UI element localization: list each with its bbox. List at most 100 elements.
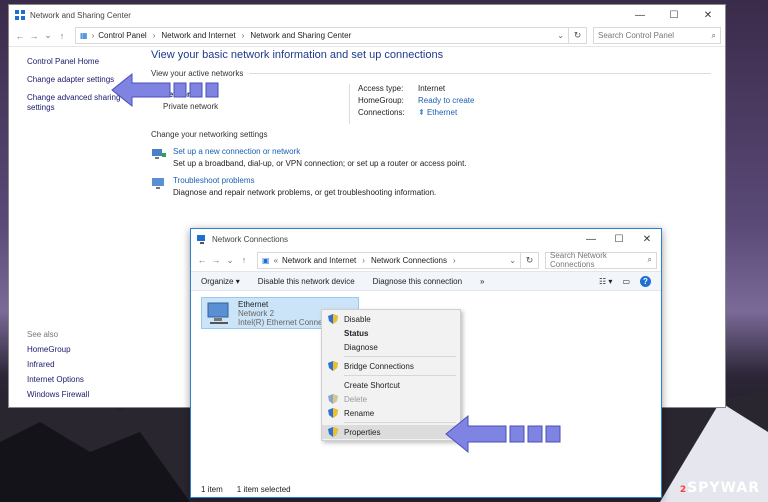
preview-pane-icon[interactable]: ▭ [622, 277, 630, 286]
pointer-arrow-adapter [111, 72, 219, 108]
forward-arrow-icon[interactable]: → [209, 255, 223, 265]
shield-icon [328, 394, 338, 404]
see-also-infrared[interactable]: Infrared [27, 360, 137, 369]
menu-item-diagnose[interactable]: Diagnose [322, 340, 460, 354]
item-count: 1 item [201, 484, 223, 494]
close-icon[interactable]: ✕ [633, 234, 661, 245]
network-connections-window: Network Connections — ☐ ✕ ← → ⌄ ↑ ▣ « Ne… [190, 228, 662, 498]
title-bar: Network Connections — ☐ ✕ [191, 229, 661, 249]
chevron-right-icon: › [362, 255, 365, 265]
address-bar[interactable]: ▦ › Control Panel › Network and Internet… [75, 27, 569, 44]
change-settings-text: Change your networking settings [151, 130, 268, 139]
search-icon: ⌕ [647, 255, 652, 264]
page-title: View your basic network information and … [151, 49, 444, 61]
shield-icon [328, 408, 338, 418]
main-content: View your basic network information and … [151, 49, 711, 197]
ethernet-plug-icon: ⇞ [418, 108, 425, 117]
menu-item-status[interactable]: Status [322, 326, 460, 340]
chevron-down-icon: ▾ [235, 276, 240, 286]
minimize-icon[interactable]: — [623, 10, 657, 21]
ethernet-link[interactable]: ⇞ Ethernet [418, 108, 457, 117]
organize-label: Organize [201, 276, 234, 286]
forward-arrow-icon[interactable]: → [27, 31, 41, 41]
up-arrow-icon[interactable]: ↑ [55, 31, 69, 41]
shield-icon [328, 361, 338, 371]
ethernet-link-text: Ethernet [426, 108, 458, 117]
adapter-name: Ethernet [238, 299, 269, 309]
refresh-icon[interactable]: ↻ [521, 251, 539, 269]
access-type-label: Access type: [358, 84, 404, 93]
setup-connection-link[interactable]: Set up a new connection or network [173, 147, 467, 156]
sidebar-item-control-panel-home[interactable]: Control Panel Home [27, 57, 137, 67]
window-title: Network and Sharing Center [30, 10, 131, 20]
menu-item-label: Properties [344, 427, 381, 437]
close-icon[interactable]: ✕ [691, 10, 725, 21]
menu-item-label: Disable [344, 314, 371, 324]
maximize-icon[interactable]: ☐ [657, 10, 691, 21]
address-toolbar: ← → ⌄ ↑ ▦ › Control Panel › Network and … [9, 25, 725, 47]
chevron-down-icon[interactable]: ⌄ [509, 256, 516, 265]
breadcrumb-network-internet[interactable]: Network and Internet [161, 31, 235, 40]
more-commands-button[interactable]: » [480, 277, 484, 286]
organize-button[interactable]: Organize ▾ [201, 277, 240, 286]
disable-device-button[interactable]: Disable this network device [258, 277, 355, 286]
refresh-icon[interactable]: ↻ [569, 27, 587, 44]
search-network-connections-input[interactable]: Search Network Connections ⌕ [545, 251, 657, 269]
chevron-down-icon[interactable]: ⌄ [557, 31, 564, 40]
menu-item-create-shortcut[interactable]: Create Shortcut [322, 378, 460, 392]
menu-item-bridge-connections[interactable]: Bridge Connections [322, 359, 460, 373]
chevron-right-icon: › [453, 255, 456, 265]
diagnose-connection-button[interactable]: Diagnose this connection [373, 277, 462, 286]
up-arrow-icon[interactable]: ↑ [237, 255, 251, 265]
back-arrow-icon[interactable]: ← [13, 31, 27, 41]
recent-dropdown-icon[interactable]: ⌄ [223, 255, 237, 266]
title-bar: Network and Sharing Center — ☐ ✕ [9, 5, 725, 25]
chevron-right-icon: › [241, 31, 245, 40]
recent-dropdown-icon[interactable]: ⌄ [41, 30, 55, 41]
back-arrow-icon[interactable]: ← [195, 255, 209, 265]
access-type-value: Internet [418, 84, 446, 93]
see-also-internet-options[interactable]: Internet Options [27, 375, 137, 384]
breadcrumb-network-sharing-center[interactable]: Network and Sharing Center [250, 31, 351, 40]
see-also-section: See also HomeGroup Infrared Internet Opt… [27, 330, 137, 405]
breadcrumb-network-connections[interactable]: Network Connections [371, 256, 447, 265]
see-also-windows-firewall[interactable]: Windows Firewall [27, 390, 137, 399]
chevron-right-icon: › [152, 31, 156, 40]
address-bar[interactable]: ▣ « Network and Internet › Network Conne… [257, 251, 521, 269]
watermark-text: SPYWAR [687, 480, 760, 496]
search-placeholder: Search Control Panel [598, 31, 675, 40]
troubleshoot-desc: Diagnose and repair network problems, or… [173, 188, 437, 197]
minimize-icon[interactable]: — [577, 234, 605, 245]
active-networks-label: View your active networks [151, 69, 711, 78]
menu-item-label: Rename [344, 408, 375, 418]
shield-icon [328, 314, 338, 324]
active-network-row: Network 2 Private network Access type:In… [151, 84, 711, 124]
troubleshoot-link[interactable]: Troubleshoot problems [173, 176, 436, 185]
connections-label: Connections: [358, 108, 405, 117]
see-also-homegroup[interactable]: HomeGroup [27, 345, 137, 354]
menu-item-rename[interactable]: Rename [322, 406, 460, 420]
view-options-icon[interactable]: ☷ ▾ [599, 277, 612, 286]
adapter-device: Intel(R) Ethernet Connecti [238, 317, 331, 327]
search-control-panel-input[interactable]: Search Control Panel ⌕ [593, 27, 721, 44]
change-settings-label: Change your networking settings [151, 130, 711, 139]
menu-item-properties[interactable]: Properties [322, 425, 460, 439]
menu-item-label: Diagnose [344, 342, 378, 352]
help-icon[interactable]: ? [640, 275, 651, 287]
troubleshoot-icon [152, 178, 164, 189]
breadcrumb-prefix: « [273, 255, 279, 265]
breadcrumb-control-panel[interactable]: Control Panel [98, 31, 146, 40]
menu-item-label: Status [344, 328, 369, 338]
homegroup-link[interactable]: Ready to create [418, 96, 474, 105]
setup-connection-desc: Set up a broadband, dial-up, or VPN conn… [173, 159, 467, 168]
task-setup-connection: Set up a new connection or network Set u… [151, 147, 711, 168]
maximize-icon[interactable]: ☐ [605, 234, 633, 245]
search-placeholder: Search Network Connections [550, 251, 607, 269]
menu-item-disable[interactable]: Disable [322, 312, 460, 326]
window-title: Network Connections [212, 234, 289, 244]
status-bar: 1 item 1 item selected [191, 481, 661, 497]
shield-icon [328, 427, 338, 437]
menu-item-label: Delete [344, 394, 368, 404]
breadcrumb-network-internet[interactable]: Network and Internet [282, 256, 356, 265]
command-toolbar: Organize ▾ Disable this network device D… [191, 271, 661, 291]
